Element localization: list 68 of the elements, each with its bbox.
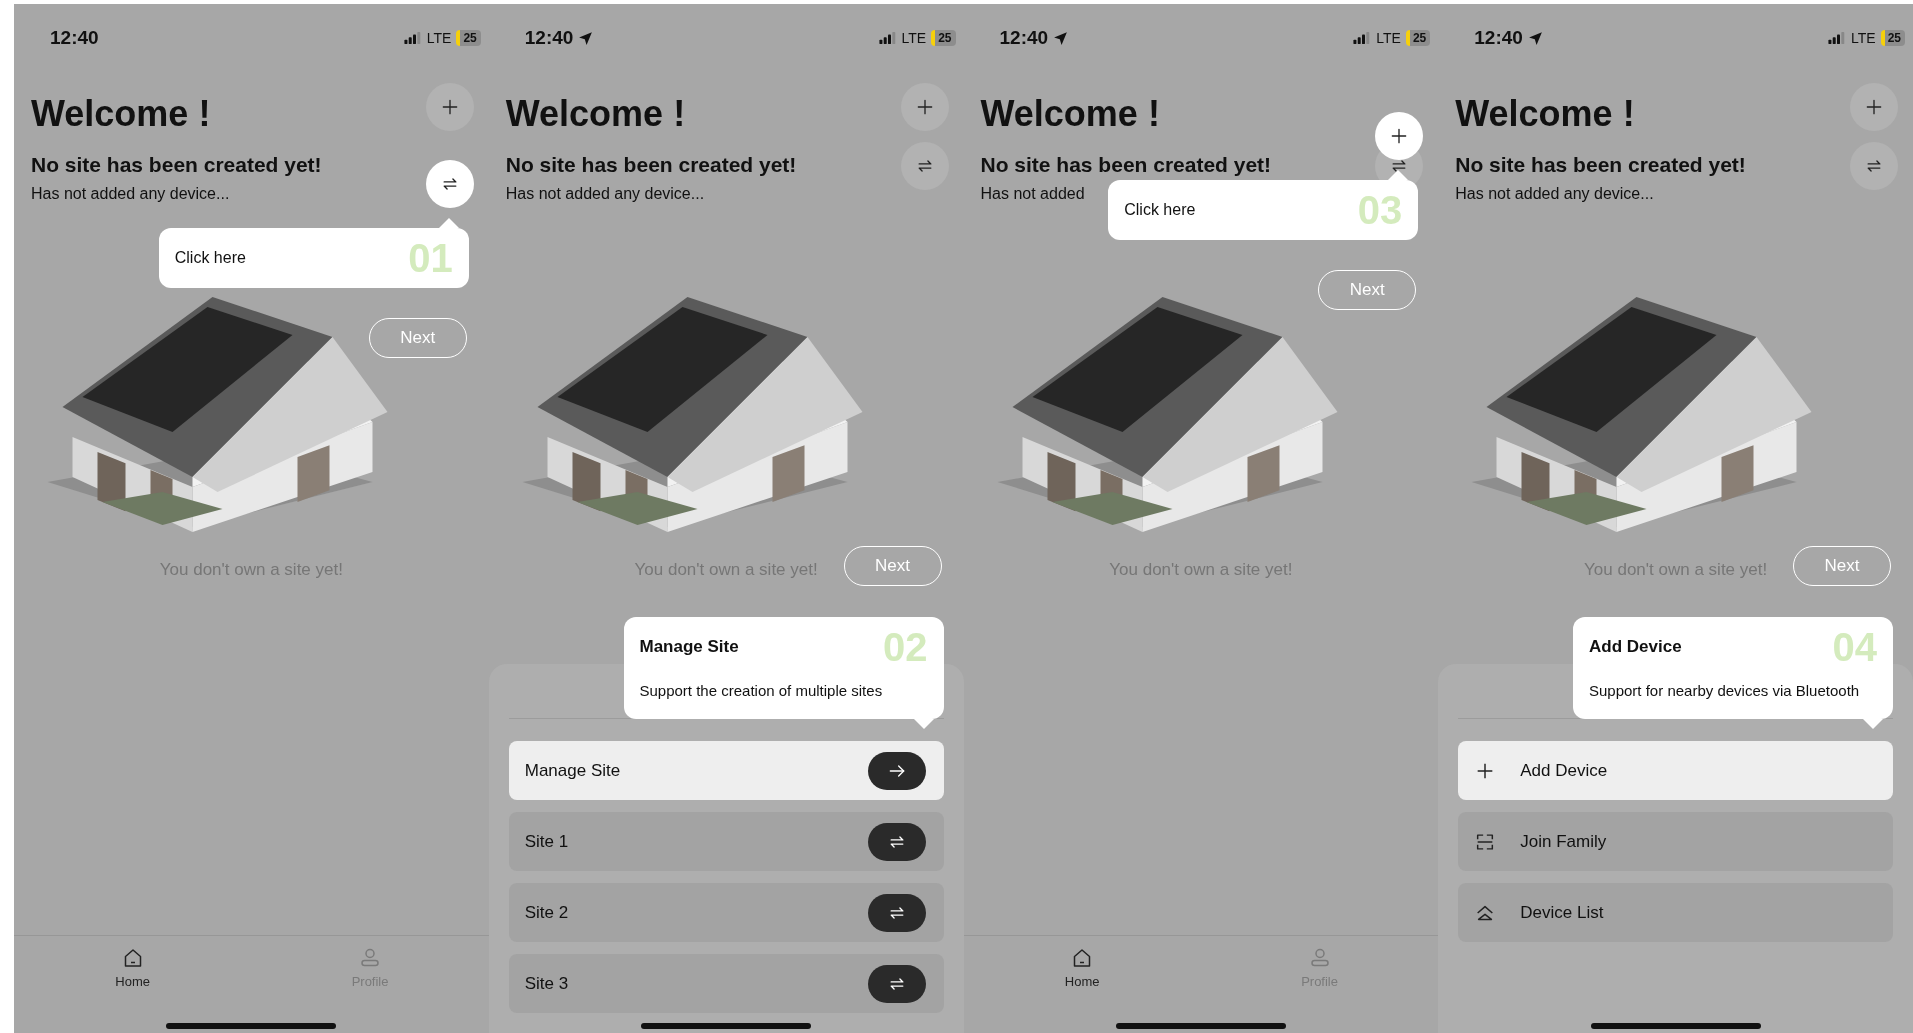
item-label: Site 3 (524, 973, 570, 994)
tooltip-text: Support the creation of multiple sites (639, 681, 884, 701)
tab-label: Home (115, 974, 151, 989)
menu-item[interactable]: Device List (1458, 883, 1893, 942)
welcome-title: Welcome ! (505, 92, 687, 136)
add-button[interactable] (1850, 83, 1898, 131)
item-label: Site 2 (524, 902, 570, 923)
network-type: LTE (1851, 30, 1876, 46)
status-time: 12:40 (1474, 27, 1523, 49)
no-site-heading: No site has been created yet! (980, 152, 1272, 178)
switch-site-button[interactable] (425, 160, 474, 208)
battery-indicator: 25 (456, 30, 481, 46)
site-list-item[interactable]: Site 1 (508, 812, 944, 871)
battery-indicator: 25 (1405, 30, 1431, 46)
item-label: Join Family (1520, 831, 1608, 852)
no-site-heading: No site has been created yet! (31, 152, 322, 178)
add-button[interactable] (900, 83, 949, 131)
signal-icon (1828, 32, 1846, 44)
step-number: 04 (1832, 627, 1877, 667)
site-list-item[interactable]: Manage Site (508, 741, 944, 800)
menu-item[interactable]: Join Family (1458, 812, 1893, 871)
add-button[interactable] (1375, 112, 1424, 160)
no-site-heading: No site has been created yet! (505, 152, 797, 178)
tab-bar-item[interactable]: Home (963, 936, 1201, 998)
status-time: 12:40 (999, 27, 1049, 49)
plus-icon (1864, 97, 1884, 117)
network-type: LTE (426, 30, 452, 46)
site-list-item[interactable]: Site 2 (508, 883, 944, 942)
device-status-text: Has not added (980, 184, 1085, 204)
switch-button[interactable] (867, 822, 926, 861)
welcome-title: Welcome ! (1455, 92, 1636, 136)
tab-label: Home (1064, 974, 1100, 989)
switch-site-button[interactable] (900, 142, 949, 190)
tooltip-title: Add Device (1589, 637, 1682, 657)
device-status-text: Has not added any device... (1455, 184, 1654, 204)
item-label: Site 1 (524, 831, 570, 852)
network-type: LTE (1376, 30, 1401, 46)
step-number: 01 (408, 238, 453, 278)
tooltip-text: Support for nearby devices via Bluetooth (1589, 681, 1861, 701)
switch-button[interactable] (867, 893, 926, 932)
step-number: 02 (883, 627, 928, 667)
signal-icon (878, 32, 897, 44)
signal-icon (403, 32, 422, 44)
step-number: 03 (1357, 190, 1403, 230)
status-time: 12:40 (524, 27, 574, 49)
switch-site-button[interactable] (1850, 142, 1898, 190)
item-label: Add Device (1520, 760, 1609, 781)
item-label: Manage Site (524, 760, 622, 781)
signal-icon (1353, 32, 1372, 44)
site-list-item[interactable]: Site 3 (508, 954, 944, 1013)
device-status-text: Has not added any device... (31, 184, 230, 204)
add-button[interactable] (425, 83, 474, 131)
device-status-text: Has not added any device... (505, 184, 705, 204)
network-type: LTE (901, 30, 927, 46)
no-site-heading: No site has been created yet! (1455, 152, 1746, 178)
open-button[interactable] (867, 751, 926, 790)
item-label: Device List (1520, 902, 1605, 923)
tooltip-text: Click here (174, 248, 246, 268)
welcome-title: Welcome ! (980, 92, 1161, 136)
status-time: 12:40 (50, 27, 99, 49)
battery-indicator: 25 (1880, 30, 1905, 46)
menu-item[interactable]: Add Device (1458, 741, 1893, 800)
switch-button[interactable] (867, 964, 926, 1003)
welcome-title: Welcome ! (31, 92, 212, 136)
battery-indicator: 25 (931, 30, 956, 46)
tooltip-text: Click here (1124, 200, 1196, 220)
tab-bar-item[interactable]: Home (14, 936, 252, 998)
tooltip-title: Manage Site (639, 637, 739, 657)
